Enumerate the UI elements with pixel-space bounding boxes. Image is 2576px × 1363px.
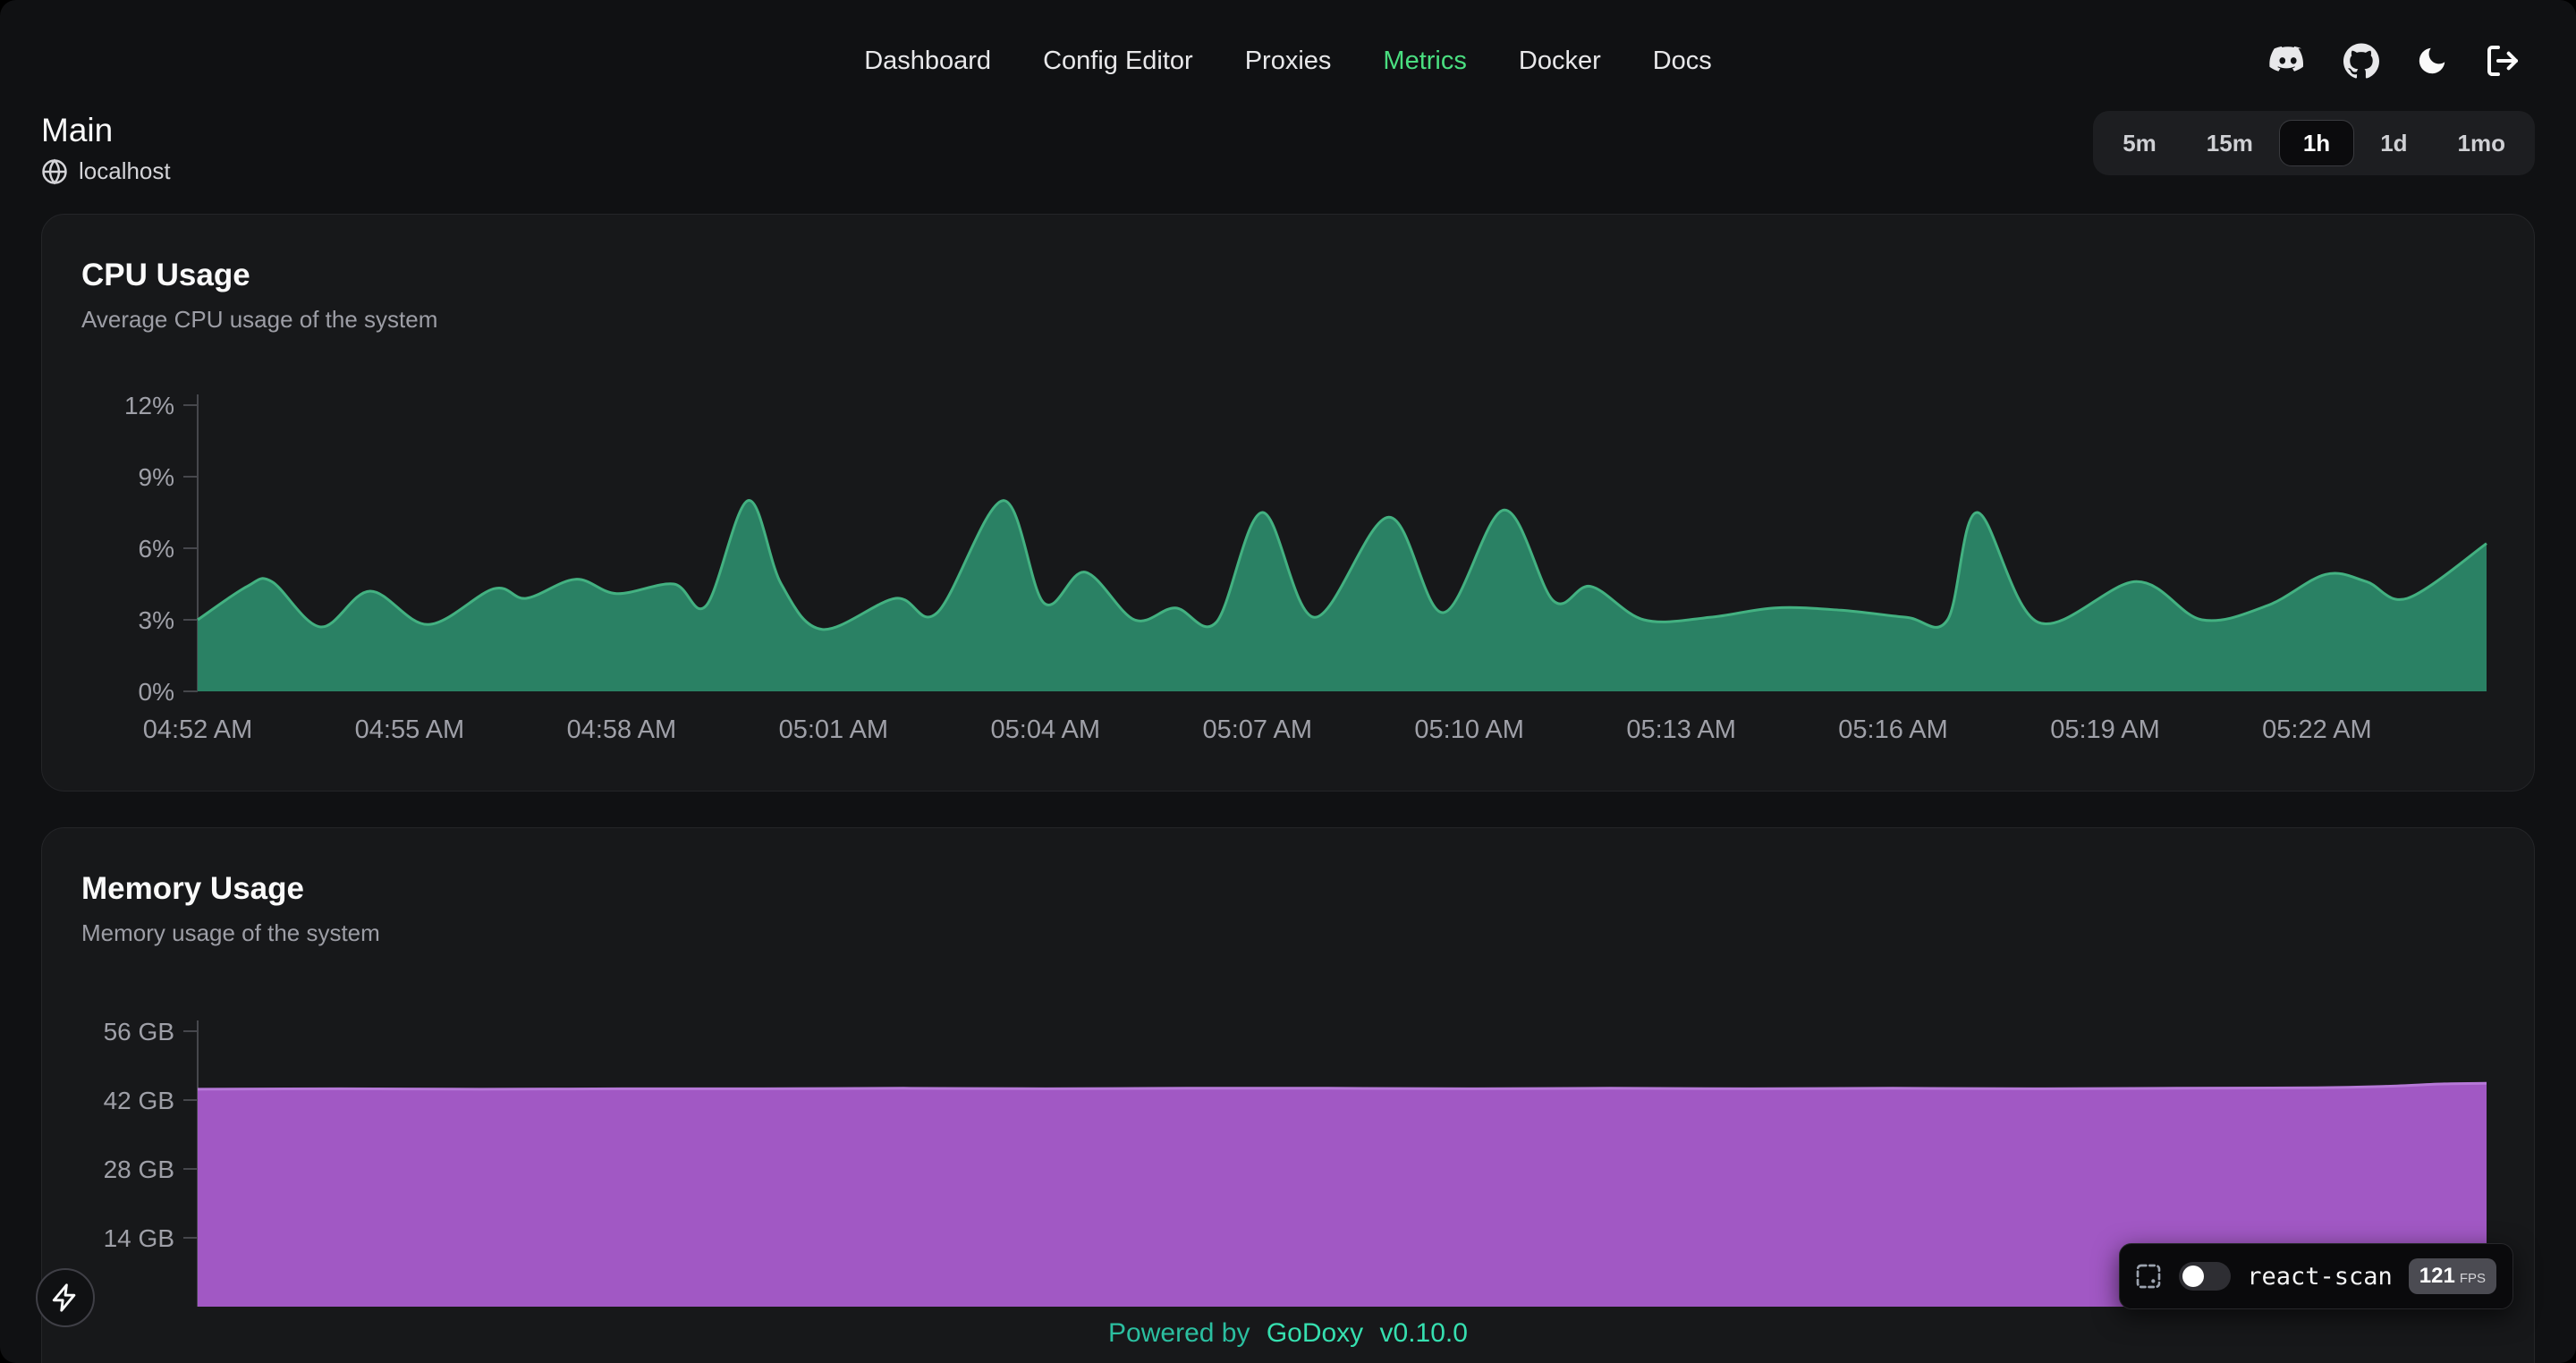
svg-text:9%: 9% (139, 463, 174, 491)
svg-text:0%: 0% (139, 678, 174, 706)
svg-text:05:07 AM: 05:07 AM (1202, 715, 1312, 744)
host-label: localhost (79, 157, 171, 185)
footer: Powered by GoDoxy v0.10.0 (0, 1318, 2576, 1349)
memory-card-title: Memory Usage (81, 871, 2495, 907)
nav-item-docs[interactable]: Docs (1653, 47, 1712, 76)
page-title: Main (41, 111, 171, 150)
svg-text:04:55 AM: 04:55 AM (355, 715, 465, 744)
svg-text:12%: 12% (124, 392, 174, 419)
svg-text:05:16 AM: 05:16 AM (1838, 715, 1948, 744)
svg-text:42 GB: 42 GB (104, 1087, 174, 1114)
svg-text:05:01 AM: 05:01 AM (779, 715, 889, 744)
svg-text:05:10 AM: 05:10 AM (1414, 715, 1524, 744)
fps-unit: FPS (2460, 1271, 2486, 1286)
svg-text:56 GB: 56 GB (104, 1018, 174, 1046)
svg-text:28 GB: 28 GB (104, 1156, 174, 1183)
github-icon[interactable] (2343, 43, 2379, 79)
svg-text:6%: 6% (139, 535, 174, 563)
quick-actions-button[interactable] (36, 1268, 95, 1327)
svg-text:14 GB: 14 GB (104, 1224, 174, 1252)
footer-version: v0.10.0 (1380, 1318, 1468, 1348)
discord-icon[interactable] (2268, 46, 2308, 76)
time-range-5m[interactable]: 5m (2098, 120, 2181, 166)
nav-icon-group (2268, 43, 2521, 79)
time-range-1d[interactable]: 1d (2356, 120, 2431, 166)
memory-card-subtitle: Memory usage of the system (81, 919, 2495, 946)
svg-text:05:19 AM: 05:19 AM (2050, 715, 2160, 744)
nav-item-docker[interactable]: Docker (1519, 47, 1601, 76)
svg-text:3%: 3% (139, 606, 174, 634)
cpu-usage-card: CPU Usage Average CPU usage of the syste… (41, 214, 2535, 792)
nav-item-metrics[interactable]: Metrics (1383, 47, 1466, 76)
top-navigation: Dashboard Config Editor Proxies Metrics … (0, 0, 2576, 107)
nav-item-proxies[interactable]: Proxies (1245, 47, 1332, 76)
time-range-1mo[interactable]: 1mo (2434, 120, 2529, 166)
svg-text:05:13 AM: 05:13 AM (1626, 715, 1736, 744)
svg-text:04:58 AM: 04:58 AM (567, 715, 677, 744)
footer-brand-link[interactable]: GoDoxy (1267, 1318, 1363, 1348)
cpu-card-subtitle: Average CPU usage of the system (81, 306, 2495, 333)
svg-text:05:22 AM: 05:22 AM (2262, 715, 2372, 744)
react-scan-toggle[interactable] (2179, 1262, 2231, 1291)
inspect-icon[interactable] (2134, 1262, 2163, 1291)
logout-icon[interactable] (2485, 43, 2521, 79)
time-range-1h[interactable]: 1h (2279, 120, 2354, 166)
cpu-card-title: CPU Usage (81, 258, 2495, 293)
theme-toggle-moon-icon[interactable] (2415, 44, 2449, 78)
host-row: localhost (41, 157, 171, 185)
app-window: Dashboard Config Editor Proxies Metrics … (0, 0, 2576, 1363)
svg-text:05:04 AM: 05:04 AM (991, 715, 1101, 744)
footer-powered-by: Powered by (1108, 1318, 1250, 1348)
fps-badge: 121 FPS (2409, 1258, 2496, 1294)
time-range-selector: 5m 15m 1h 1d 1mo (2093, 111, 2535, 175)
time-range-15m[interactable]: 15m (2182, 120, 2277, 166)
fps-value: 121 (2419, 1264, 2455, 1289)
react-scan-widget: react-scan 121 FPS (2119, 1243, 2513, 1309)
page-header: Main localhost 5m 15m 1h 1d 1mo (41, 111, 2535, 185)
react-scan-label: react-scan (2247, 1263, 2393, 1291)
nav-item-config-editor[interactable]: Config Editor (1043, 47, 1193, 76)
nav-item-dashboard[interactable]: Dashboard (864, 47, 991, 76)
globe-icon (41, 158, 68, 185)
cpu-usage-chart: 0% 3% 6% 9% 12% 04:52 AM 04:55 AM 04:58 AM 05:01… (81, 358, 2496, 760)
svg-text:04:52 AM: 04:52 AM (143, 715, 253, 744)
toggle-knob (2182, 1266, 2204, 1287)
lightning-icon (50, 1283, 80, 1313)
page-header-left: Main localhost (41, 111, 171, 185)
